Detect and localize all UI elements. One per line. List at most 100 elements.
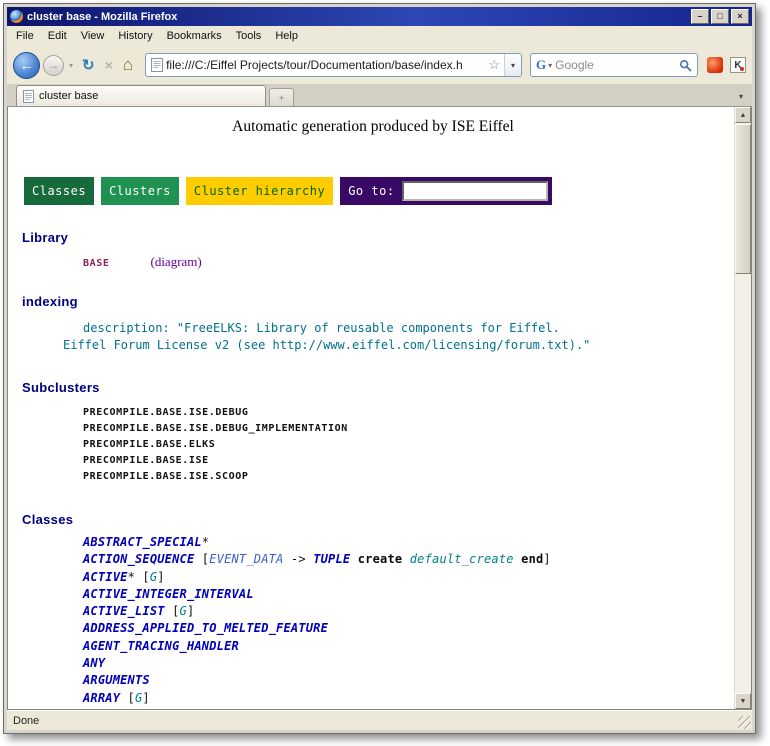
tab-cluster-base[interactable]: cluster base — [16, 85, 266, 106]
class-entry: ANY — [83, 655, 734, 672]
page-favicon-icon — [151, 58, 163, 72]
subcluster-entry: PRECOMPILE.BASE.ISE.SCOOP — [83, 469, 734, 485]
url-dropdown-button[interactable]: ▾ — [504, 54, 521, 76]
list-all-tabs-button[interactable]: ▾ — [732, 86, 750, 106]
menu-file[interactable]: File — [9, 27, 41, 45]
classes-button[interactable]: Classes — [24, 177, 94, 205]
search-input[interactable] — [555, 58, 677, 72]
class-link[interactable]: ANY — [83, 656, 105, 670]
text-segment: create — [358, 552, 403, 566]
addon-icon-red[interactable] — [707, 57, 723, 73]
screenshot-root: cluster base - Mozilla Firefox – □ × Fil… — [0, 0, 770, 746]
cluster-hierarchy-button[interactable]: Cluster hierarchy — [186, 177, 333, 205]
menu-bookmarks[interactable]: Bookmarks — [160, 27, 229, 45]
back-button[interactable]: ← — [13, 52, 40, 79]
class-link[interactable]: AGENT_TRACING_HANDLER — [83, 639, 239, 653]
resize-grip[interactable] — [738, 716, 751, 729]
class-entry: ACTION_SEQUENCE [EVENT_DATA -> TUPLE cre… — [83, 551, 734, 568]
text-segment: * — [202, 535, 209, 549]
class-link[interactable]: ACTIVE_LIST — [83, 604, 165, 618]
goto-box: Go to: — [340, 177, 551, 205]
new-tab-button[interactable]: + — [269, 88, 294, 106]
class-entry: ACTIVE_LIST [G] — [83, 603, 734, 620]
search-bar[interactable]: G ▾ — [530, 53, 698, 77]
text-segment — [350, 552, 357, 566]
class-link[interactable]: ACTION_SEQUENCE — [83, 552, 194, 566]
class-link[interactable]: EVENT_DATA — [209, 552, 283, 566]
navigation-toolbar: ← → ▾ ↻ × ⌂ ☆ ▾ G ▾ — [7, 46, 752, 84]
text-segment: -> — [283, 552, 313, 566]
addon-icon-k[interactable]: K — [730, 57, 746, 73]
subcluster-link[interactable]: PRECOMPILE.BASE.ISE.SCOOP — [83, 471, 249, 482]
class-entry: ACTIVE* [G] — [83, 569, 734, 586]
titlebar: cluster base - Mozilla Firefox – □ × — [7, 7, 752, 26]
home-button[interactable]: ⌂ — [119, 55, 137, 75]
text-segment: * [ — [128, 570, 150, 584]
text-segment: [ — [128, 708, 143, 709]
addon-k-dot-icon — [740, 67, 744, 71]
subcluster-link[interactable]: PRECOMPILE.BASE.ISE.DEBUG — [83, 407, 249, 418]
doc-nav-buttons: Classes Clusters Cluster hierarchy Go to… — [24, 177, 734, 205]
subcluster-entry: PRECOMPILE.BASE.ELKS — [83, 437, 734, 453]
class-link[interactable]: TUPLE — [313, 552, 350, 566]
diagram-link[interactable]: (diagram) — [150, 254, 201, 270]
indexing-description-line: description: "FreeELKS: Library of reusa… — [83, 320, 734, 337]
menu-tools[interactable]: Tools — [229, 27, 269, 45]
url-input[interactable] — [163, 58, 484, 72]
scrollbar-thumb[interactable] — [735, 124, 751, 274]
tab-label: cluster base — [39, 90, 98, 102]
class-link[interactable]: ADDRESS_APPLIED_TO_MELTED_FEATURE — [83, 621, 328, 635]
subcluster-link[interactable]: PRECOMPILE.BASE.ELKS — [83, 439, 215, 450]
menu-help[interactable]: Help — [268, 27, 305, 45]
scroll-down-button[interactable]: ▼ — [735, 693, 751, 709]
stop-button[interactable]: × — [102, 57, 116, 73]
close-button[interactable]: × — [731, 9, 749, 24]
search-magnifier-icon[interactable] — [677, 59, 694, 72]
subcluster-link[interactable]: PRECOMPILE.BASE.ISE.DEBUG_IMPLEMENTATION — [83, 423, 348, 434]
reload-button[interactable]: ↻ — [78, 56, 99, 74]
text-segment: [ — [120, 691, 135, 705]
class-link[interactable]: ARGUMENTS — [83, 673, 150, 687]
window-title: cluster base - Mozilla Firefox — [27, 11, 687, 23]
text-segment: ] — [187, 604, 194, 618]
class-link[interactable]: ARRAY2 — [83, 708, 128, 709]
back-arrow-icon: ← — [20, 57, 34, 73]
classes-heading: Classes — [22, 512, 734, 527]
class-entry: ABSTRACT_SPECIAL* — [83, 534, 734, 551]
cluster-name: BASE — [83, 258, 109, 269]
clusters-button[interactable]: Clusters — [101, 177, 179, 205]
menu-view[interactable]: View — [74, 27, 112, 45]
maximize-button[interactable]: □ — [711, 9, 729, 24]
tab-favicon-icon — [23, 90, 34, 103]
class-link[interactable]: ARRAY — [83, 691, 120, 705]
class-link[interactable]: ACTIVE — [83, 570, 128, 584]
subcluster-link[interactable]: PRECOMPILE.BASE.ISE — [83, 455, 209, 466]
class-link[interactable]: ABSTRACT_SPECIAL — [83, 535, 202, 549]
text-segment: ] — [142, 691, 149, 705]
browser-window: cluster base - Mozilla Firefox – □ × Fil… — [3, 3, 756, 734]
text-segment: G — [180, 604, 187, 618]
page-title: Automatic generation produced by ISE Eif… — [22, 118, 734, 136]
history-dropdown-button[interactable]: ▾ — [67, 61, 75, 70]
subclusters-heading: Subclusters — [22, 380, 734, 395]
forward-button[interactable]: → — [43, 55, 64, 76]
menubar: File Edit View History Bookmarks Tools H… — [7, 26, 752, 46]
menu-history[interactable]: History — [111, 27, 159, 45]
class-entry: AGENT_TRACING_HANDLER — [83, 638, 734, 655]
text-segment: ] — [150, 708, 157, 709]
search-engine-dropdown[interactable]: ▾ — [546, 61, 555, 70]
address-bar[interactable]: ☆ ▾ — [145, 53, 522, 77]
bookmark-star-icon[interactable]: ☆ — [484, 57, 504, 73]
subcluster-entry: PRECOMPILE.BASE.ISE.DEBUG — [83, 405, 734, 421]
goto-label: Go to: — [348, 184, 394, 198]
goto-input[interactable] — [402, 181, 548, 201]
scroll-up-button[interactable]: ▲ — [735, 107, 751, 123]
class-link[interactable]: ACTIVE_INTEGER_INTERVAL — [83, 587, 254, 601]
text-segment: ] — [157, 570, 164, 584]
text-segment: ] — [543, 552, 550, 566]
minimize-button[interactable]: – — [691, 9, 709, 24]
menu-edit[interactable]: Edit — [41, 27, 74, 45]
library-heading: Library — [22, 230, 734, 245]
vertical-scrollbar[interactable]: ▲ ▼ — [734, 107, 751, 709]
status-text: Done — [13, 715, 39, 727]
